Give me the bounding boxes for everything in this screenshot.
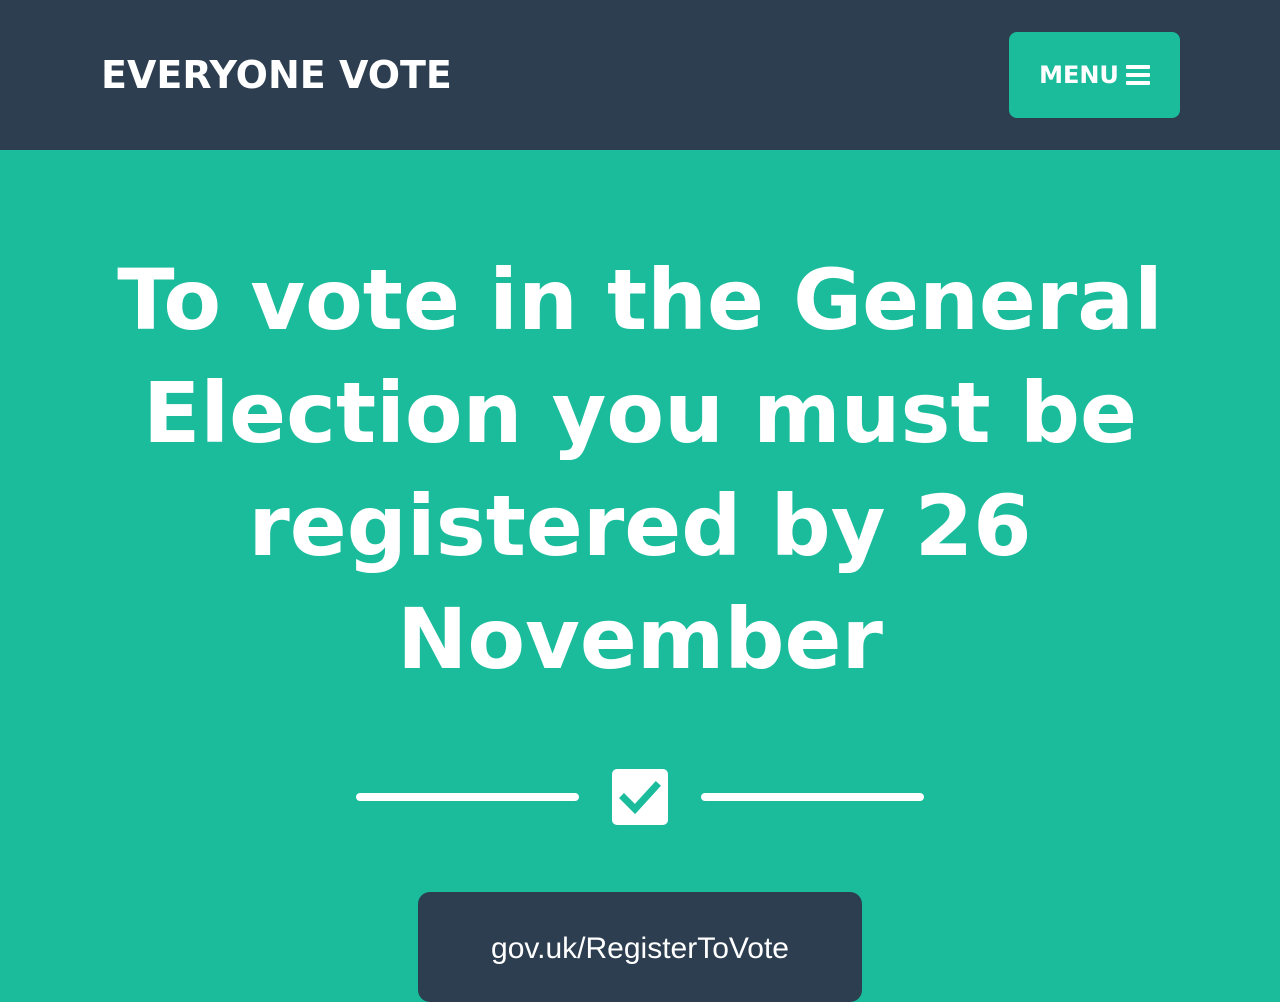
register-link-button[interactable]: gov.uk/RegisterToVote	[418, 892, 862, 1002]
check-square-icon	[612, 769, 668, 825]
navbar: EVERYONE VOTE MENU	[0, 0, 1280, 150]
menu-label: MENU	[1039, 61, 1119, 89]
star-divider	[0, 768, 1280, 826]
brand-logo[interactable]: EVERYONE VOTE	[101, 50, 452, 100]
hero-headline: To vote in the General Election you must…	[117, 251, 1163, 688]
bars-icon	[1125, 65, 1150, 85]
menu-button[interactable]: MENU	[1009, 32, 1180, 118]
divider-line-left	[356, 793, 579, 801]
divider-line-right	[701, 793, 924, 801]
